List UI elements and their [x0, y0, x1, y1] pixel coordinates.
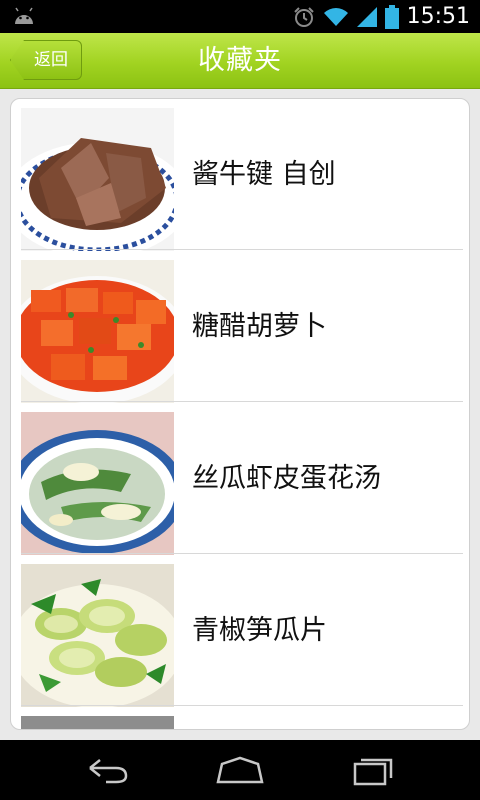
status-time: 15:51 [406, 4, 470, 29]
dish-name: 青椒笋瓜片 [192, 615, 327, 646]
dish-name: 丝瓜虾皮蛋花汤 [192, 463, 381, 494]
row-divider [21, 553, 463, 554]
row-divider [21, 705, 463, 706]
dish-thumbnail [21, 716, 174, 729]
status-bar: 15:51 [0, 0, 480, 33]
favorites-list: 酱牛键 自创 糖醋胡萝卜 丝瓜虾皮蛋花汤 青椒笋瓜片 [10, 98, 470, 730]
android-icon [15, 7, 33, 24]
recent-apps-icon[interactable] [343, 750, 403, 790]
dish-name: 酱牛键 自创 [192, 159, 336, 190]
battery-icon [384, 4, 399, 29]
dish-thumbnail [21, 260, 174, 403]
row-divider [21, 401, 463, 402]
row-divider [21, 249, 463, 250]
dish-thumbnail [21, 564, 174, 707]
list-item[interactable] [11, 707, 469, 729]
list-item[interactable]: 丝瓜虾皮蛋花汤 [11, 403, 469, 555]
signal-icon [356, 6, 377, 27]
dish-thumbnail [21, 108, 174, 251]
home-icon[interactable] [210, 750, 270, 790]
dish-thumbnail [21, 412, 174, 555]
wifi-icon [323, 7, 348, 26]
list-item[interactable]: 青椒笋瓜片 [11, 555, 469, 707]
list-item[interactable]: 糖醋胡萝卜 [11, 251, 469, 403]
title-bar: 收藏夹 返回 [0, 33, 480, 89]
back-button[interactable]: 返回 [10, 40, 82, 80]
dish-name: 糖醋胡萝卜 [192, 311, 327, 342]
navigation-bar [0, 740, 480, 800]
alarm-icon [293, 6, 314, 27]
list-item[interactable]: 酱牛键 自创 [11, 99, 469, 251]
back-icon[interactable] [76, 750, 136, 790]
